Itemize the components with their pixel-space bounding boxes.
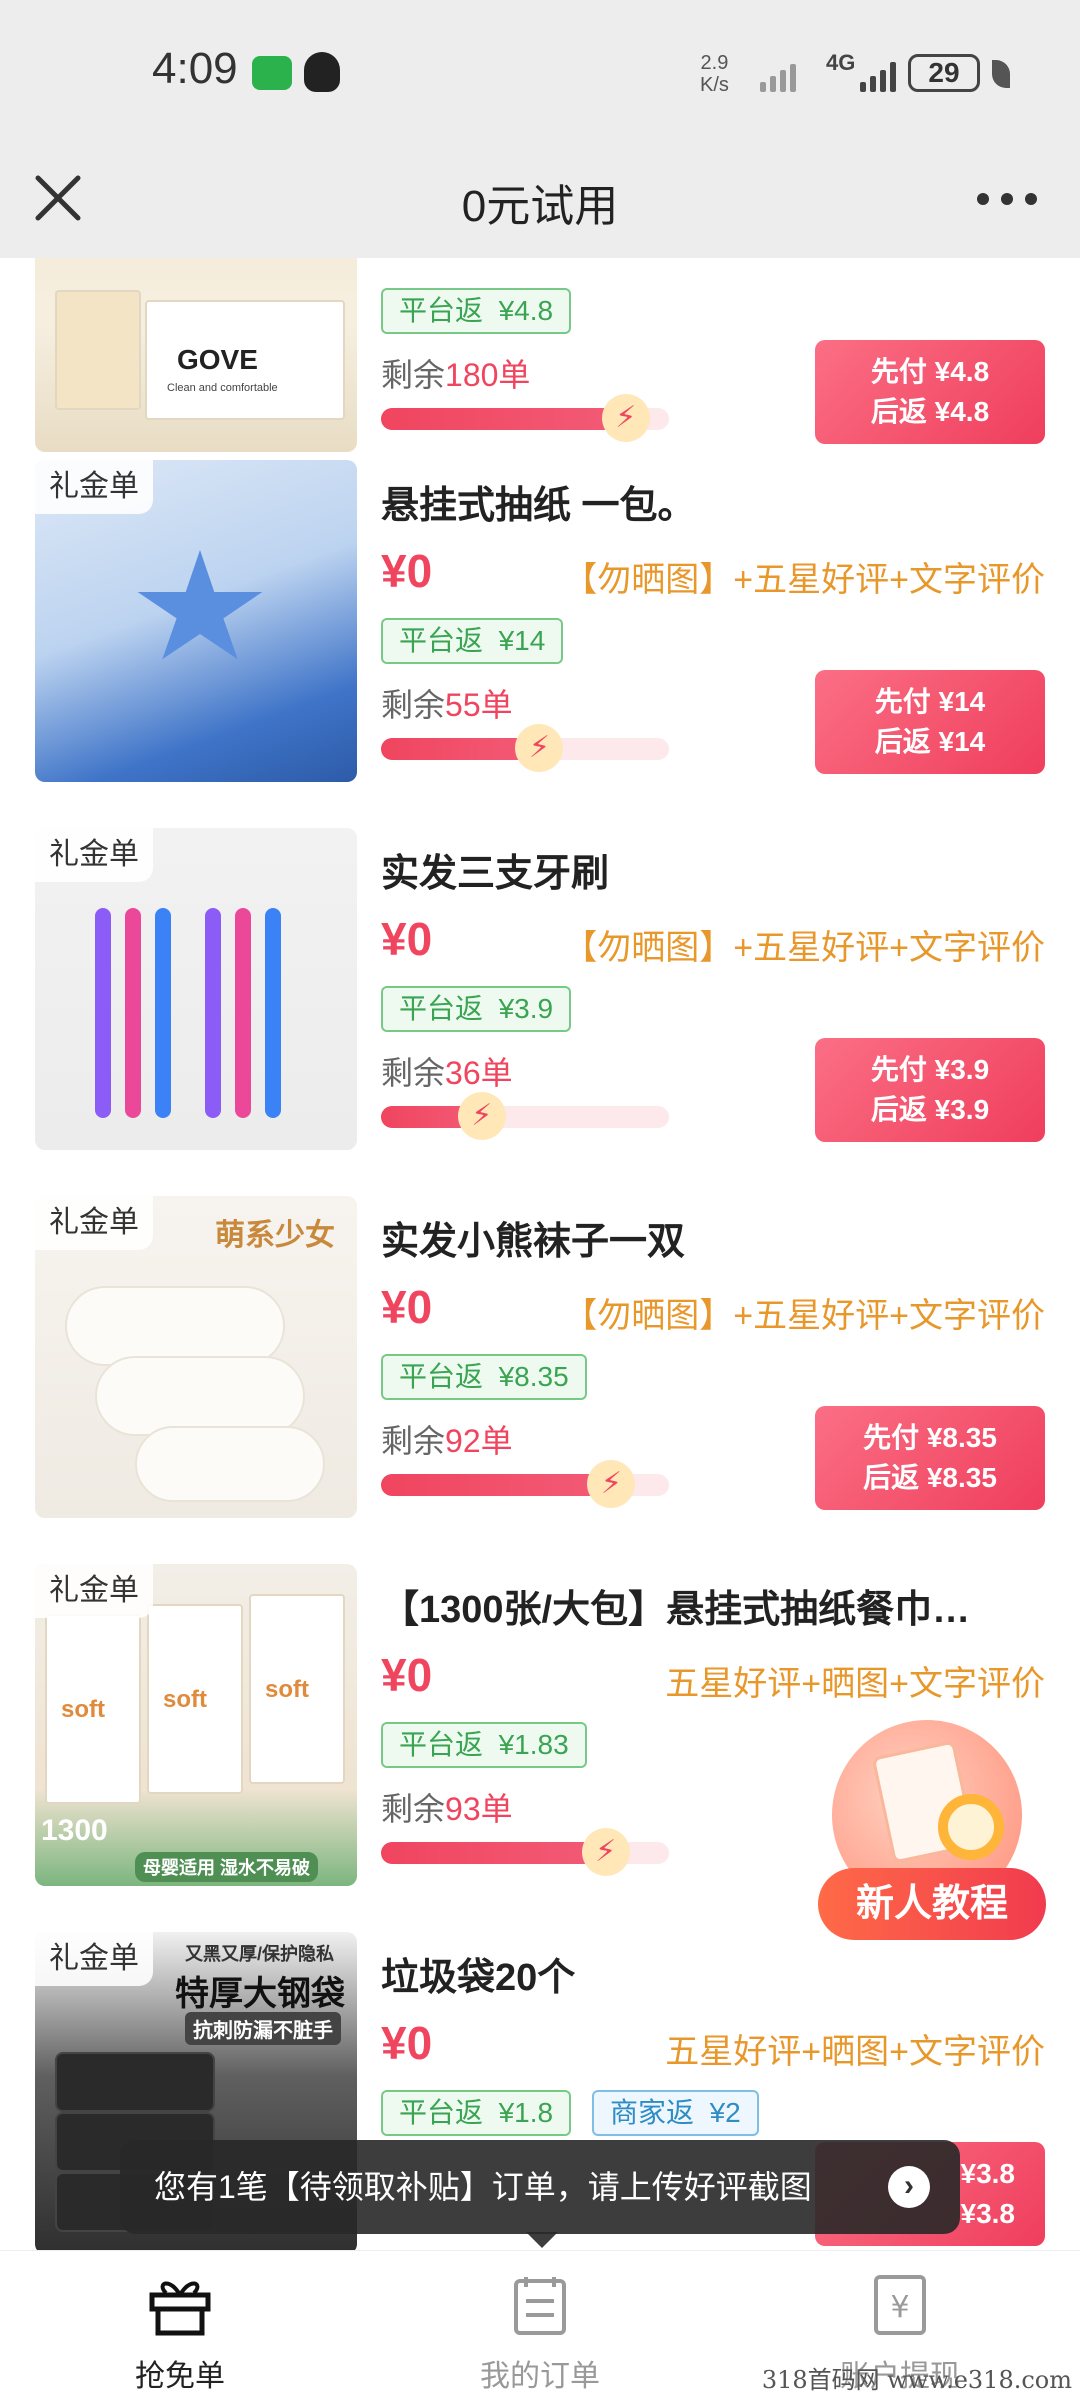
stock-progress-bar: ⚡ (381, 1092, 669, 1140)
stock-progress-bar: ⚡ (381, 394, 669, 442)
product-image: soft soft soft 1300 母婴适用 湿水不易破 礼金单 (35, 1564, 357, 1886)
platform-return-badge: 平台返 ¥1.8 (381, 2090, 572, 2136)
app-page: 4:09 2.9 K/s 4G 29 0元试用 GOVE Clean and c… (0, 0, 1080, 2400)
claim-button[interactable]: 先付 ¥4.8 后返 ¥4.8 (815, 340, 1045, 444)
platform-return-badge: 平台返 ¥4.8 (381, 288, 572, 334)
stock-progress-bar: ⚡ (381, 724, 669, 772)
eco-leaf-icon (992, 60, 1010, 88)
gift-order-tag: 礼金单 (35, 828, 153, 882)
remaining-orders: 剩余55单 (381, 687, 513, 723)
product-image: 礼金单 (35, 828, 357, 1150)
svg-text:¥: ¥ (890, 2290, 909, 2325)
gift-order-tag: 礼金单 (35, 1564, 153, 1618)
more-options-icon[interactable] (974, 184, 1040, 214)
stock-progress-bar: ⚡ (381, 1460, 669, 1508)
claim-button[interactable]: 先付 ¥3.9 后返 ¥3.9 (815, 1038, 1045, 1142)
qq-notification-icon (304, 52, 340, 92)
product-price: ¥0 (381, 913, 433, 965)
wifi-signal-icon (760, 56, 796, 92)
product-name: 实发三支牙刷 (381, 853, 610, 895)
lightning-icon: ⚡ (581, 1828, 630, 1876)
review-requirement: 五星好评+晒图+文字评价 (665, 1665, 1045, 1703)
platform-return-badge: 平台返 ¥8.35 (381, 1354, 587, 1400)
product-card[interactable]: 礼金单 实发三支牙刷 ¥0 【勿晒图】+五星好评+文字评价 平台返 ¥3.9 剩… (0, 828, 1080, 1196)
stock-progress-bar: ⚡ (381, 1828, 669, 1876)
claim-button[interactable]: 先付 ¥8.35 后返 ¥8.35 (815, 1406, 1045, 1510)
platform-return-badge: 平台返 ¥14 (381, 618, 564, 664)
page-title: 0元试用 (461, 182, 619, 231)
product-image: GOVE Clean and comfortable (35, 258, 357, 452)
tutorial-label: 新人教程 (818, 1868, 1046, 1940)
chevron-right-icon[interactable]: › (888, 2166, 930, 2208)
watermark: 318首码网 www.e318.com (761, 2366, 1072, 2394)
order-list-icon (514, 2277, 566, 2335)
status-bar: 4:09 2.9 K/s 4G 29 (0, 0, 1080, 140)
product-image: 礼金单 (35, 460, 357, 782)
title-bar: 0元试用 (0, 140, 1080, 258)
lightning-icon: ⚡ (587, 1460, 636, 1508)
newbie-tutorial-button[interactable]: 新人教程 (812, 1720, 1052, 1950)
tab-free-orders[interactable]: 抢免单 (0, 2251, 360, 2400)
product-price: ¥0 (381, 1281, 433, 1333)
product-image: 萌系少女 礼金单 (35, 1196, 357, 1518)
review-requirement: 【勿晒图】+五星好评+文字评价 (563, 1297, 1045, 1335)
product-name: 悬挂式抽纸 一包。 (381, 485, 696, 527)
lightning-icon: ⚡ (601, 394, 650, 442)
remaining-orders: 剩余180单 (381, 357, 531, 393)
wechat-notification-icon (252, 56, 292, 90)
product-card[interactable]: 礼金单 悬挂式抽纸 一包。 ¥0 【勿晒图】+五星好评+文字评价 平台返 ¥14… (0, 460, 1080, 828)
platform-return-badge: 平台返 ¥3.9 (381, 986, 572, 1032)
product-list: GOVE Clean and comfortable 平台返 ¥4.8 剩余18… (0, 258, 1080, 2250)
toast-text: 您有1笔【待领取补贴】订单，请上传好评截图 (154, 2169, 812, 2205)
lightning-icon: ⚡ (515, 724, 564, 772)
network-type: 4G (826, 50, 856, 75)
product-card[interactable]: 萌系少女 礼金单 实发小熊袜子一双 ¥0 【勿晒图】+五星好评+文字评价 平台返… (0, 1196, 1080, 1564)
product-name: 实发小熊袜子一双 (381, 1221, 686, 1263)
net-speed: 2.9 K/s (700, 52, 729, 96)
withdraw-yuan-icon: ¥ (874, 2275, 926, 2335)
product-price: ¥0 (381, 545, 433, 597)
product-name: 【1300张/大包】悬挂式抽纸餐巾… (381, 1589, 971, 1631)
cell-signal-icon (860, 56, 896, 92)
status-time: 4:09 (152, 44, 238, 93)
product-price: ¥0 (381, 2017, 433, 2069)
review-requirement: 【勿晒图】+五星好评+文字评价 (563, 561, 1045, 599)
battery-indicator: 29 (908, 54, 980, 92)
product-name: 垃圾袋20个 (381, 1957, 576, 1999)
lightning-icon: ⚡ (457, 1092, 506, 1140)
gift-order-tag: 礼金单 (35, 1932, 153, 1986)
remaining-orders: 剩余36单 (381, 1055, 513, 1091)
gift-order-tag: 礼金单 (35, 460, 153, 514)
gift-icon (149, 2281, 211, 2336)
remaining-orders: 剩余92单 (381, 1423, 513, 1459)
platform-return-badge: 平台返 ¥1.83 (381, 1722, 587, 1768)
merchant-return-badge: 商家返 ¥2 (592, 2090, 759, 2136)
gift-order-tag: 礼金单 (35, 1196, 153, 1250)
magnifier-icon (938, 1794, 1004, 1860)
review-requirement: 五星好评+晒图+文字评价 (665, 2033, 1045, 2071)
tab-my-orders[interactable]: 我的订单 (360, 2251, 720, 2400)
review-requirement: 【勿晒图】+五星好评+文字评价 (563, 929, 1045, 967)
claim-button[interactable]: 先付 ¥14 后返 ¥14 (815, 670, 1045, 774)
product-price: ¥0 (381, 1649, 433, 1701)
pending-subsidy-toast[interactable]: 您有1笔【待领取补贴】订单，请上传好评截图 › (120, 2140, 960, 2248)
remaining-orders: 剩余93单 (381, 1791, 513, 1827)
